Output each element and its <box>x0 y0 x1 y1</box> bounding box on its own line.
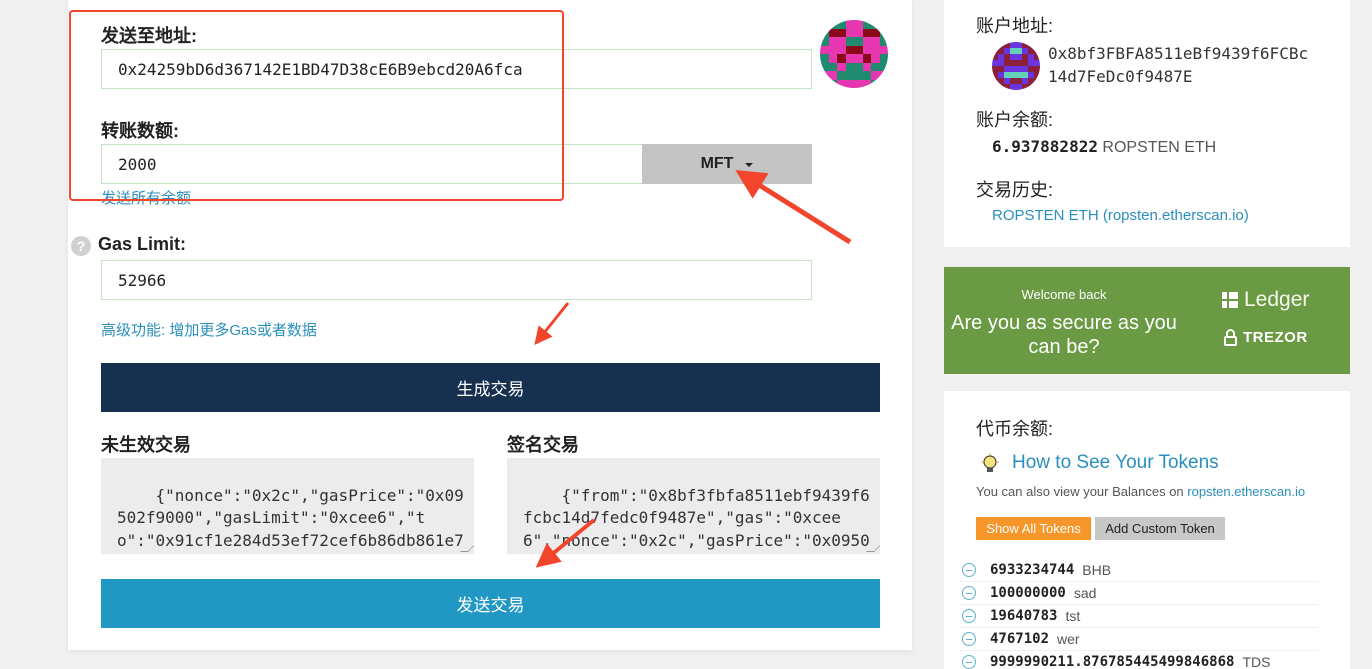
token-symbol: sad <box>1073 585 1097 601</box>
ledger-label: Ledger <box>1244 288 1310 311</box>
remove-token-icon[interactable] <box>962 632 976 646</box>
amount-input[interactable]: 2000 <box>101 144 643 184</box>
token-row: 9999990211.876785445499846868 TDS <box>960 651 1318 669</box>
help-icon[interactable]: ? <box>71 236 91 256</box>
token-select-dropdown[interactable]: MFT <box>642 144 812 184</box>
ledger-icon <box>1222 292 1238 308</box>
token-symbol: BHB <box>1082 562 1112 578</box>
account-address-line1: 0x8bf3FBFA8511eBf9439f6FCBc <box>1048 44 1309 63</box>
trezor-logo: TREZOR <box>1224 329 1308 346</box>
account-balance-label: 账户余额: <box>976 110 1054 130</box>
remove-token-icon[interactable] <box>962 609 976 623</box>
to-address-identicon <box>820 20 888 88</box>
send-transaction-button[interactable]: 发送交易 <box>101 579 880 628</box>
send-transaction-panel: 发送至地址: 0x24259bD6d367142E1BD47D38cE6B9eb… <box>68 0 912 650</box>
token-balances-title: 代币余额: <box>976 419 1054 439</box>
account-balance: 6.937882822 ROPSTEN ETH <box>992 137 1216 157</box>
account-address-label: 账户地址: <box>976 16 1054 36</box>
trezor-label: TREZOR <box>1243 329 1308 346</box>
balances-note: You can also view your Balances on ropst… <box>976 484 1305 499</box>
gas-limit-label: Gas Limit: <box>98 234 187 254</box>
add-custom-token-button[interactable]: Add Custom Token <box>1095 517 1225 540</box>
etherscan-link[interactable]: ropsten.etherscan.io <box>1187 484 1305 499</box>
lightbulb-icon <box>981 453 999 472</box>
token-amount: 4767102 <box>990 631 1050 647</box>
hardware-wallet-promo-banner[interactable]: Welcome back Are you as secure as you ca… <box>944 267 1350 374</box>
raw-transaction-textarea[interactable]: {"nonce":"0x2c","gasPrice":"0x09502f9000… <box>101 458 474 554</box>
balance-amount: 6.937882822 <box>992 137 1098 156</box>
account-info-card: 账户地址: 0x8bf3FBFA8511eBf9439f6FCBc 14d7Fe… <box>944 0 1350 247</box>
signed-transaction-text: {"from":"0x8bf3fbfa8511ebf9439f6fcbc14d7… <box>523 485 870 555</box>
ledger-logo: Ledger <box>1222 288 1309 312</box>
generate-transaction-button[interactable]: 生成交易 <box>101 363 880 412</box>
token-symbol: TDS <box>1242 654 1271 669</box>
token-symbol: tst <box>1065 608 1081 624</box>
account-address-line2: 14d7FeDc0f9487E <box>1048 67 1193 86</box>
raw-transaction-label: 未生效交易 <box>101 435 191 455</box>
show-all-tokens-button[interactable]: Show All Tokens <box>976 517 1091 540</box>
token-amount: 6933234744 <box>990 562 1075 578</box>
remove-token-icon[interactable] <box>962 563 976 577</box>
remove-token-icon[interactable] <box>962 655 976 669</box>
token-row: 6933234744 BHB <box>960 559 1318 582</box>
signed-transaction-label: 签名交易 <box>507 435 579 455</box>
signed-transaction-textarea[interactable]: {"from":"0x8bf3fbfa8511ebf9439f6fcbc14d7… <box>507 458 880 554</box>
to-address-label: 发送至地址: <box>101 26 197 46</box>
transaction-history-label: 交易历史: <box>976 180 1054 200</box>
token-symbol: wer <box>1057 631 1080 647</box>
token-selected-label: MFT <box>700 155 734 172</box>
promo-headline: Are you as secure as you can be? <box>951 312 1177 358</box>
promo-welcome-text: Welcome back <box>1021 287 1107 302</box>
advanced-options-link[interactable]: 高级功能: 增加更多Gas或者数据 <box>101 319 317 340</box>
balances-note-text: You can also view your Balances on <box>976 484 1188 499</box>
token-balances-card: 代币余额: How to See Your Tokens You can als… <box>944 391 1350 669</box>
token-row: 100000000 sad <box>960 582 1318 605</box>
account-identicon <box>992 42 1040 90</box>
balance-unit: ROPSTEN ETH <box>1102 139 1217 156</box>
token-row: 4767102 wer <box>960 628 1318 651</box>
transaction-history-link[interactable]: ROPSTEN ETH (ropsten.etherscan.io) <box>992 207 1249 224</box>
raw-transaction-text: {"nonce":"0x2c","gasPrice":"0x09502f9000… <box>117 485 464 555</box>
lock-icon <box>1224 329 1237 346</box>
send-entire-balance-link[interactable]: 发送所有余额 <box>101 187 191 208</box>
token-amount: 100000000 <box>990 585 1066 601</box>
how-to-see-tokens-link[interactable]: How to See Your Tokens <box>1012 452 1219 474</box>
token-row: 19640783 tst <box>960 605 1318 628</box>
to-address-input[interactable]: 0x24259bD6d367142E1BD47D38cE6B9ebcd20A6f… <box>101 49 812 89</box>
chevron-down-icon <box>745 163 754 167</box>
token-amount: 9999990211.876785445499846868 <box>990 654 1235 669</box>
gas-limit-input[interactable]: 52966 <box>101 260 812 300</box>
remove-token-icon[interactable] <box>962 586 976 600</box>
token-amount: 19640783 <box>990 608 1058 624</box>
amount-label: 转账数额: <box>101 121 179 141</box>
